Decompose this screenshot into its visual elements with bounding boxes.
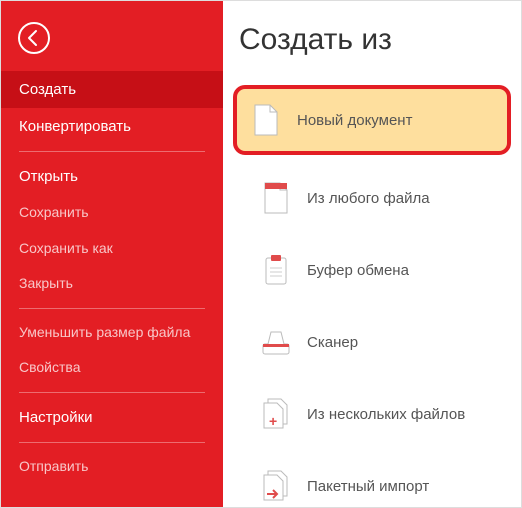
main-panel: Создать из Новый документ Из любого файл… — [223, 1, 521, 507]
clipboard-icon — [261, 253, 291, 287]
sidebar-divider — [19, 392, 205, 393]
sidebar-item-send[interactable]: Отправить — [1, 449, 223, 485]
sidebar-item-properties[interactable]: Свойства — [1, 350, 223, 386]
multi-file-icon: + — [261, 397, 291, 431]
sidebar-item-label: Настройки — [19, 409, 93, 426]
option-label: Из нескольких файлов — [307, 406, 465, 423]
option-label: Буфер обмена — [307, 262, 409, 279]
option-multi-file[interactable]: + Из нескольких файлов — [233, 385, 511, 443]
page-title: Создать из — [239, 23, 511, 57]
sidebar-item-label: Конвертировать — [19, 118, 131, 135]
sidebar-item-label: Отправить — [19, 458, 88, 474]
sidebar-item-close[interactable]: Закрыть — [1, 266, 223, 302]
option-any-file[interactable]: Из любого файла — [233, 169, 511, 227]
back-arrow-icon — [17, 21, 51, 55]
any-file-icon — [261, 181, 291, 215]
sidebar-divider — [19, 308, 205, 309]
option-new-document[interactable]: Новый документ — [233, 85, 511, 155]
sidebar-item-label: Сохранить — [19, 204, 89, 220]
sidebar-item-label: Открыть — [19, 168, 78, 185]
sidebar-menu: Создать Конвертировать Открыть Сохранить… — [1, 71, 223, 485]
sidebar-item-convert[interactable]: Конвертировать — [1, 108, 223, 145]
option-label: Пакетный импорт — [307, 478, 429, 495]
sidebar-item-settings[interactable]: Настройки — [1, 399, 223, 436]
sidebar-divider — [19, 151, 205, 152]
option-label: Из любого файла — [307, 190, 430, 207]
sidebar-divider — [19, 442, 205, 443]
sidebar-item-label: Сохранить как — [19, 240, 113, 256]
sidebar: Создать Конвертировать Открыть Сохранить… — [1, 1, 223, 507]
option-scanner[interactable]: Сканер — [233, 313, 511, 371]
back-button[interactable] — [15, 19, 53, 57]
option-label: Новый документ — [297, 112, 412, 129]
app-shell: Создать Конвертировать Открыть Сохранить… — [0, 0, 522, 508]
svg-text:+: + — [269, 413, 277, 429]
blank-doc-icon — [251, 103, 281, 137]
sidebar-item-open[interactable]: Открыть — [1, 158, 223, 195]
option-clipboard[interactable]: Буфер обмена — [233, 241, 511, 299]
sidebar-item-label: Свойства — [19, 359, 80, 375]
scanner-icon — [261, 325, 291, 359]
sidebar-item-label: Уменьшить размер файла — [19, 324, 190, 340]
option-label: Сканер — [307, 334, 358, 351]
sidebar-item-create[interactable]: Создать — [1, 71, 223, 108]
create-options: Новый документ Из любого файла Буфер обм… — [233, 85, 511, 507]
sidebar-item-save[interactable]: Сохранить — [1, 195, 223, 231]
sidebar-item-label: Закрыть — [19, 275, 73, 291]
sidebar-item-save-as[interactable]: Сохранить как — [1, 231, 223, 267]
sidebar-item-reduce-size[interactable]: Уменьшить размер файла — [1, 315, 223, 351]
option-batch-import[interactable]: Пакетный импорт — [233, 457, 511, 507]
sidebar-item-label: Создать — [19, 81, 76, 98]
batch-import-icon — [261, 469, 291, 503]
